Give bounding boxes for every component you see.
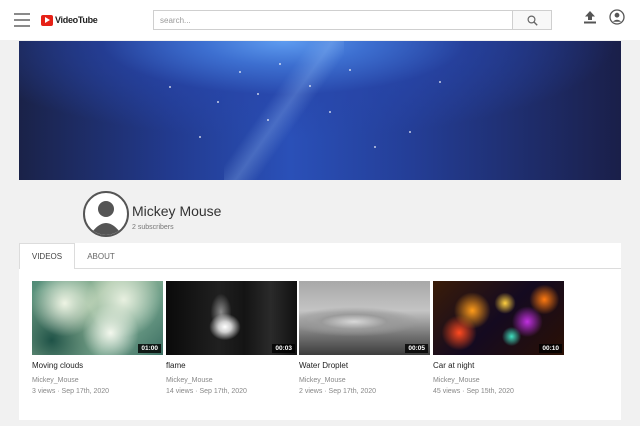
default-user-icon	[90, 201, 122, 235]
search-input[interactable]	[153, 10, 513, 30]
video-card[interactable]: 00:05 Water Droplet Mickey_Mouse 2 views…	[299, 281, 430, 395]
tab-videos[interactable]: VIDEOS	[19, 243, 75, 269]
channel-banner	[19, 41, 621, 180]
video-meta: 2 views · Sep 17th, 2020	[299, 388, 377, 395]
top-header: VideoTube	[0, 0, 640, 40]
video-channel[interactable]: Mickey_Mouse	[433, 377, 564, 384]
video-title[interactable]: flame	[166, 361, 297, 370]
video-thumbnail[interactable]: 00:03	[166, 281, 297, 355]
video-card[interactable]: 01:00 Moving clouds Mickey_Mouse 3 views…	[32, 281, 163, 395]
channel-name: Mickey Mouse	[132, 203, 222, 219]
tab-divider	[75, 268, 621, 269]
tab-about[interactable]: ABOUT	[77, 243, 125, 269]
video-duration: 01:00	[138, 344, 161, 353]
video-card[interactable]: 00:03 flame Mickey_Mouse 14 views · Sep …	[166, 281, 297, 395]
video-thumbnail[interactable]: 00:10	[433, 281, 564, 355]
video-title[interactable]: Car at night	[433, 361, 564, 370]
video-title[interactable]: Moving clouds	[32, 361, 163, 370]
account-icon[interactable]	[609, 9, 625, 25]
video-card[interactable]: 00:10 Car at night Mickey_Mouse 45 views…	[433, 281, 564, 395]
video-meta: 45 views · Sep 15th, 2020	[433, 388, 514, 395]
upload-icon[interactable]	[582, 9, 598, 25]
video-meta: 3 views · Sep 17th, 2020	[32, 388, 110, 395]
hamburger-menu-icon[interactable]	[14, 13, 30, 27]
search-button[interactable]	[512, 10, 552, 30]
video-title[interactable]: Water Droplet	[299, 361, 430, 370]
video-duration: 00:05	[405, 344, 428, 353]
video-duration: 00:03	[272, 344, 295, 353]
search-icon	[527, 15, 538, 26]
site-logo[interactable]: VideoTube	[41, 12, 98, 28]
video-channel[interactable]: Mickey_Mouse	[32, 377, 163, 384]
channel-avatar[interactable]	[83, 191, 129, 237]
video-thumbnail[interactable]: 00:05	[299, 281, 430, 355]
video-channel[interactable]: Mickey_Mouse	[299, 377, 430, 384]
video-duration: 00:10	[539, 344, 562, 353]
video-thumbnail[interactable]: 01:00	[32, 281, 163, 355]
logo-text: VideoTube	[55, 15, 98, 25]
video-channel[interactable]: Mickey_Mouse	[166, 377, 297, 384]
video-meta: 14 views · Sep 17th, 2020	[166, 388, 247, 395]
play-logo-icon	[41, 14, 53, 26]
subscriber-count: 2 subscribers	[132, 224, 174, 231]
